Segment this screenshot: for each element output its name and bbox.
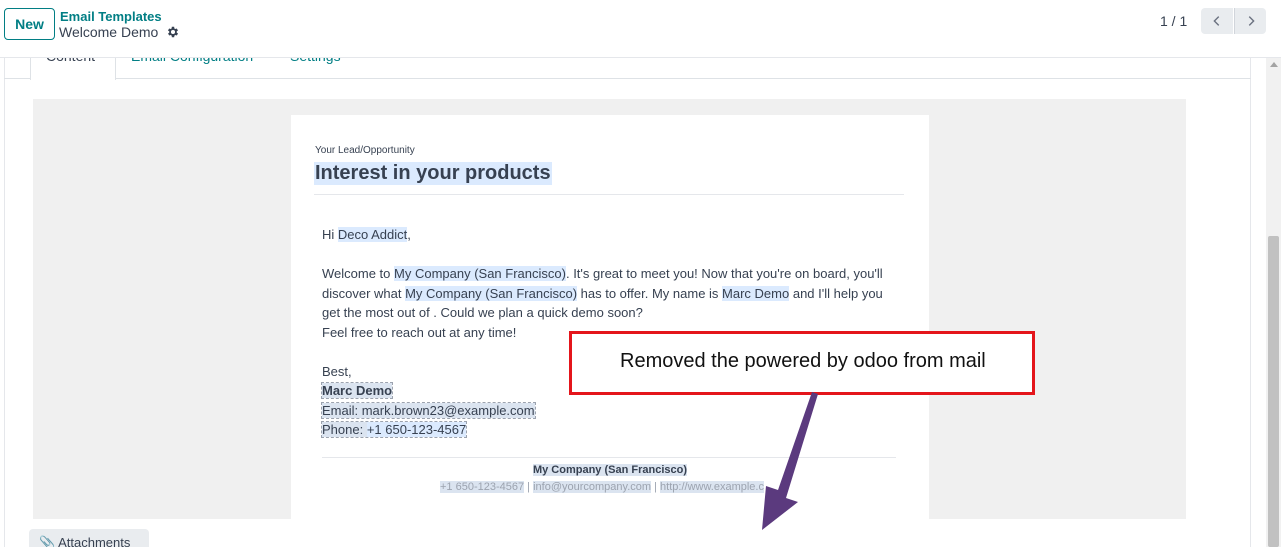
user-placeholder: Marc Demo xyxy=(722,285,790,301)
form-view: Content Email Configuration Settings New… xyxy=(0,0,1281,547)
scrollbar-thumb[interactable] xyxy=(1268,236,1279,547)
gear-icon[interactable] xyxy=(166,25,180,39)
annotation-callout: Removed the powered by odoo from mail xyxy=(569,331,1035,395)
greeting-suffix: , xyxy=(407,227,411,242)
p1-text: has to offer. My name is xyxy=(577,285,723,301)
greeting-prefix: Hi xyxy=(322,227,338,242)
divider xyxy=(314,194,904,195)
company-placeholder: My Company (San Francisco) xyxy=(394,266,566,281)
footer-separator: | xyxy=(524,481,534,493)
signature-email: Email: mark.brown23@example.com xyxy=(321,401,536,419)
annotation-arrow-icon xyxy=(762,392,818,530)
customer-placeholder: Deco Addict xyxy=(337,227,408,242)
chevron-right-icon xyxy=(1248,16,1255,26)
phone-value: +1 650-123-4567 xyxy=(366,422,467,437)
attachments-label: Attachments xyxy=(58,535,131,547)
signature-phone: Phone: +1 650-123-4567 xyxy=(320,421,468,438)
new-button[interactable]: New xyxy=(4,8,55,40)
p1-text: Welcome to xyxy=(322,266,395,281)
welcome-paragraph: Welcome to My Company (San Francisco). I… xyxy=(322,264,897,323)
phone-label: Phone: xyxy=(322,422,367,437)
chevron-left-icon xyxy=(1213,16,1220,26)
pager-previous-button[interactable] xyxy=(1201,8,1233,34)
company-placeholder: My Company (San Francisco) xyxy=(405,285,578,301)
pager-next-button[interactable] xyxy=(1234,8,1266,34)
email-body-preview[interactable]: Your Lead/Opportunity Interest in your p… xyxy=(291,115,929,519)
mail-title: Interest in your products xyxy=(314,162,552,185)
mail-eyebrow: Your Lead/Opportunity xyxy=(315,145,415,156)
scroll-up-arrow-icon[interactable] xyxy=(1270,62,1278,67)
footer-separator: | xyxy=(651,481,661,493)
breadcrumb-email-templates[interactable]: Email Templates xyxy=(60,9,162,24)
footer-contacts: +1 650-123-4567 | info@yourcompany.com |… xyxy=(440,481,764,493)
footer-company-name: My Company (San Francisco) xyxy=(532,464,688,476)
control-panel: New Email Templates Welcome Demo 1 / 1 xyxy=(0,0,1281,58)
footer-phone: +1 650-123-4567 xyxy=(440,481,525,493)
annotation-text: Removed the powered by odoo from mail xyxy=(620,350,986,372)
pager-value: 1 / 1 xyxy=(1160,13,1188,29)
greeting-line: Hi Deco Addict, xyxy=(322,225,897,245)
paperclip-icon: 📎 xyxy=(39,535,56,547)
signature-name: Marc Demo xyxy=(320,382,394,399)
footer-email: info@yourcompany.com xyxy=(533,481,652,493)
attachments-button[interactable]: 📎 Attachments xyxy=(29,529,149,547)
breadcrumb-current: Welcome Demo xyxy=(59,24,159,40)
footer-company: My Company (San Francisco) xyxy=(291,464,929,476)
footer-website: http://www.example.c xyxy=(660,481,764,493)
